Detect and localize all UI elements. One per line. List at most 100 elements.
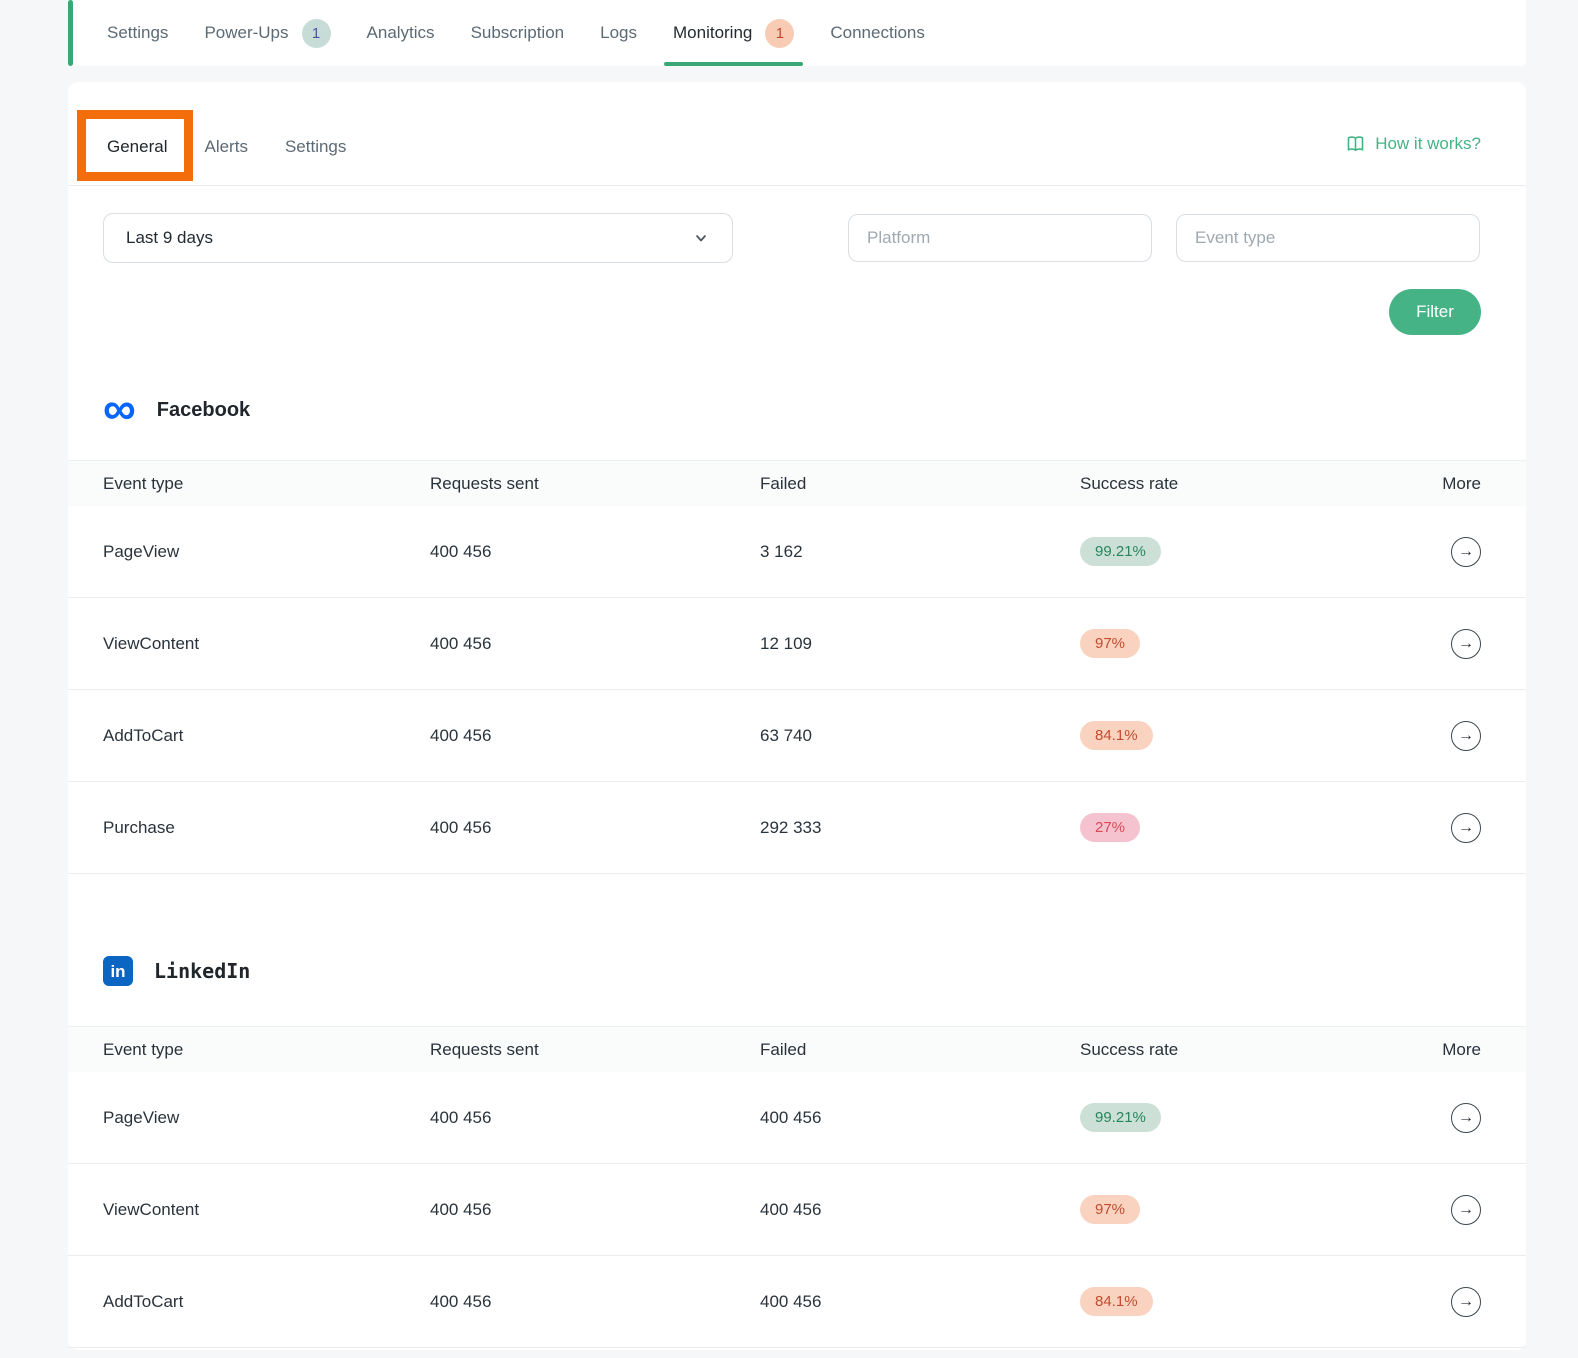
more-cell: → (1410, 721, 1526, 751)
subtab-settings[interactable]: Settings (285, 137, 346, 157)
tab-label: Analytics (367, 23, 435, 43)
column-header-requests-sent: Requests sent (430, 474, 760, 494)
table-row: ViewContent 400 456 12 109 97% → (68, 598, 1526, 690)
more-cell: → (1410, 1103, 1526, 1133)
meta-icon: ∞ (103, 398, 136, 418)
page: Settings Power-Ups 1 Analytics Subscript… (0, 0, 1578, 1358)
tab-analytics[interactable]: Analytics (367, 0, 435, 66)
book-open-icon (1345, 134, 1366, 154)
table-row: PageView 400 456 400 456 99.21% → (68, 1072, 1526, 1164)
facebook-section-header: ∞ Facebook (103, 392, 250, 428)
table-row: AddToCart 400 456 400 456 84.1% → (68, 1256, 1526, 1348)
arrow-right-circle-icon[interactable]: → (1451, 813, 1481, 843)
failed-cell: 292 333 (760, 818, 1080, 838)
table-header-row: Event type Requests sent Failed Success … (68, 1026, 1526, 1072)
subtab-general[interactable]: General (107, 137, 167, 157)
event-type-cell: Purchase (68, 818, 430, 838)
subtab-alerts[interactable]: Alerts (204, 137, 247, 157)
success-rate-badge: 97% (1080, 1195, 1140, 1224)
more-cell: → (1410, 537, 1526, 567)
active-page-indicator-bar (68, 0, 73, 66)
success-rate-badge: 97% (1080, 629, 1140, 658)
failed-cell: 400 456 (760, 1108, 1080, 1128)
success-rate-cell: 99.21% (1080, 1103, 1410, 1132)
success-rate-badge: 99.21% (1080, 1103, 1161, 1132)
tab-connections[interactable]: Connections (830, 0, 925, 66)
tab-power-ups[interactable]: Power-Ups 1 (204, 0, 330, 66)
column-header-more: More (1410, 1040, 1526, 1060)
filter-button[interactable]: Filter (1389, 289, 1481, 335)
monitoring-count-badge: 1 (765, 19, 794, 48)
tab-label: Power-Ups (204, 23, 288, 43)
facebook-events-table: Event type Requests sent Failed Success … (68, 460, 1526, 874)
success-rate-cell: 84.1% (1080, 1287, 1410, 1316)
column-header-failed: Failed (760, 474, 1080, 494)
table-header-row: Event type Requests sent Failed Success … (68, 460, 1526, 506)
failed-cell: 12 109 (760, 634, 1080, 654)
success-rate-cell: 84.1% (1080, 721, 1410, 750)
section-title: Facebook (157, 399, 250, 422)
tab-logs[interactable]: Logs (600, 0, 637, 66)
section-title: LinkedIn (154, 959, 250, 983)
event-type-cell: ViewContent (68, 634, 430, 654)
more-cell: → (1410, 1195, 1526, 1225)
requests-sent-cell: 400 456 (430, 726, 760, 746)
arrow-right-circle-icon[interactable]: → (1451, 1103, 1481, 1133)
event-type-cell: AddToCart (68, 726, 430, 746)
date-range-select[interactable]: Last 9 days (103, 213, 733, 263)
subtab-label: General (107, 137, 167, 156)
subtab-label: Settings (285, 137, 346, 156)
arrow-right-circle-icon[interactable]: → (1451, 1195, 1481, 1225)
event-type-cell: ViewContent (68, 1200, 430, 1220)
more-cell: → (1410, 629, 1526, 659)
tab-subscription[interactable]: Subscription (471, 0, 565, 66)
divider (68, 185, 1526, 186)
tab-label: Connections (830, 23, 925, 43)
tab-label: Monitoring (673, 23, 752, 43)
requests-sent-cell: 400 456 (430, 634, 760, 654)
success-rate-cell: 97% (1080, 1195, 1410, 1224)
tab-settings[interactable]: Settings (107, 0, 168, 66)
success-rate-cell: 99.21% (1080, 537, 1410, 566)
arrow-right-circle-icon[interactable]: → (1451, 1287, 1481, 1317)
failed-cell: 3 162 (760, 542, 1080, 562)
tab-label: Subscription (471, 23, 565, 43)
column-header-success-rate: Success rate (1080, 1040, 1410, 1060)
more-cell: → (1410, 813, 1526, 843)
more-cell: → (1410, 1287, 1526, 1317)
linkedin-section-header: in LinkedIn (103, 953, 250, 989)
top-nav: Settings Power-Ups 1 Analytics Subscript… (68, 0, 1526, 66)
linkedin-events-table: Event type Requests sent Failed Success … (68, 1026, 1526, 1348)
table-row: Purchase 400 456 292 333 27% → (68, 782, 1526, 874)
linkedin-icon: in (103, 956, 133, 986)
event-type-input[interactable] (1176, 214, 1480, 262)
success-rate-badge: 27% (1080, 813, 1140, 842)
table-row: AddToCart 400 456 63 740 84.1% → (68, 690, 1526, 782)
platform-input[interactable] (848, 214, 1152, 262)
tab-monitoring[interactable]: Monitoring 1 (673, 0, 794, 66)
success-rate-badge: 99.21% (1080, 537, 1161, 566)
tab-label: Logs (600, 23, 637, 43)
date-range-value: Last 9 days (126, 228, 213, 248)
monitoring-subnav: General Alerts Settings (107, 122, 346, 172)
arrow-right-circle-icon[interactable]: → (1451, 537, 1481, 567)
event-type-cell: AddToCart (68, 1292, 430, 1312)
help-link-label: How it works? (1375, 134, 1481, 154)
how-it-works-link[interactable]: How it works? (1345, 134, 1481, 154)
success-rate-badge: 84.1% (1080, 721, 1153, 750)
tab-label: Settings (107, 23, 168, 43)
table-row: PageView 400 456 3 162 99.21% → (68, 506, 1526, 598)
success-rate-cell: 27% (1080, 813, 1410, 842)
arrow-right-circle-icon[interactable]: → (1451, 629, 1481, 659)
failed-cell: 400 456 (760, 1292, 1080, 1312)
column-header-requests-sent: Requests sent (430, 1040, 760, 1060)
column-header-success-rate: Success rate (1080, 474, 1410, 494)
arrow-right-circle-icon[interactable]: → (1451, 721, 1481, 751)
column-header-more: More (1410, 474, 1526, 494)
requests-sent-cell: 400 456 (430, 818, 760, 838)
requests-sent-cell: 400 456 (430, 542, 760, 562)
monitoring-panel: General Alerts Settings How it works? La… (68, 82, 1526, 1350)
chevron-down-icon (692, 229, 710, 247)
requests-sent-cell: 400 456 (430, 1200, 760, 1220)
column-header-event-type: Event type (68, 474, 430, 494)
